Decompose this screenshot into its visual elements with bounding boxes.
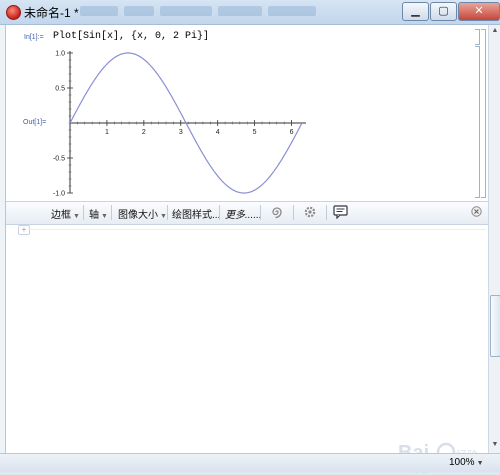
y-tick-label: -0.5 — [53, 156, 65, 163]
toolbar-divider — [260, 205, 261, 220]
zoom-level: 100% — [449, 457, 475, 468]
plot-style-button[interactable]: 绘图样式... — [172, 206, 220, 221]
close-icon[interactable] — [471, 206, 482, 220]
comment-icon[interactable] — [333, 205, 348, 222]
cell-insertion-point[interactable]: + — [18, 225, 30, 235]
suggestions-toolbar: 边框 ▼ 轴 ▼ 图像大小 ▼ 绘图样式... 更多...... — [6, 201, 489, 225]
chevron-down-icon: ▼ — [160, 213, 167, 220]
toolbar-divider — [111, 205, 112, 220]
chevron-down-icon: ▼ — [73, 213, 80, 220]
toolbar-divider — [293, 205, 294, 220]
status-bar: 100% ▼ — [0, 453, 500, 472]
chevron-down-icon: ▼ — [476, 460, 484, 467]
y-tick-label: 1.0 — [55, 51, 65, 58]
x-tick-label: 2 — [142, 129, 146, 136]
input-label: In[1]:= — [24, 34, 44, 41]
y-tick-label: 0.5 — [55, 86, 65, 93]
window-title: 未命名-1 * — [24, 6, 79, 20]
axes-menu[interactable]: 轴 ▼ — [89, 206, 108, 221]
title-bar[interactable]: 未命名-1 * ▁ ▢ ✕ — [0, 0, 500, 35]
x-tick-label: 1 — [105, 129, 109, 136]
sine-plot[interactable]: 1 2 3 4 5 6 1.0 0.5 -0.5 -1.0 — [36, 45, 316, 201]
group-cell-bracket[interactable] — [481, 29, 486, 198]
zoom-selector[interactable]: 100% ▼ — [449, 457, 484, 468]
input-cell-bracket[interactable] — [475, 29, 480, 45]
toolbar-divider — [326, 205, 327, 220]
close-window-button[interactable]: ✕ — [458, 2, 500, 21]
scrollbar-thumb[interactable] — [490, 295, 500, 357]
app-logo-icon — [6, 5, 21, 20]
scroll-down-icon[interactable]: ▼ — [490, 441, 500, 451]
scroll-up-icon[interactable]: ▲ — [490, 27, 500, 37]
maximize-button[interactable]: ▢ — [430, 2, 457, 21]
cell-insertion-line — [28, 229, 486, 230]
spiral-icon[interactable] — [270, 205, 284, 222]
gear-icon[interactable] — [303, 205, 317, 222]
minimize-button[interactable]: ▁ — [402, 2, 429, 21]
background-taskbar-tabs — [80, 2, 360, 35]
x-tick-label: 4 — [216, 129, 220, 136]
notebook-document[interactable]: In[1]:= Plot[Sin[x], {x, 0, 2 Pi}] Out[1… — [5, 25, 490, 473]
y-tick-label: -1.0 — [53, 191, 65, 198]
toolbar-divider — [219, 205, 220, 220]
image-size-menu-label: 图像大小 — [118, 210, 158, 221]
axes-menu-label: 轴 — [89, 210, 99, 221]
toolbar-divider — [167, 205, 168, 220]
output-cell-bracket[interactable] — [475, 46, 480, 198]
input-cell[interactable]: Plot[Sin[x], {x, 0, 2 Pi}] — [53, 31, 209, 42]
x-tick-label: 5 — [253, 129, 257, 136]
x-tick-label: 6 — [290, 129, 294, 136]
vertical-scrollbar[interactable]: ▲ ▼ — [488, 25, 500, 453]
toolbar-divider — [83, 205, 84, 220]
frame-menu[interactable]: 边框 ▼ — [51, 206, 80, 221]
notebook-window: 未命名-1 * ▁ ▢ ✕ In[1]:= Plot[Sin[x], {x, 0… — [0, 0, 500, 473]
image-size-menu[interactable]: 图像大小 ▼ — [118, 206, 167, 221]
more-button[interactable]: 更多...... — [225, 206, 262, 221]
chevron-down-icon: ▼ — [101, 213, 108, 220]
frame-menu-label: 边框 — [51, 210, 71, 221]
x-tick-label: 3 — [179, 129, 183, 136]
